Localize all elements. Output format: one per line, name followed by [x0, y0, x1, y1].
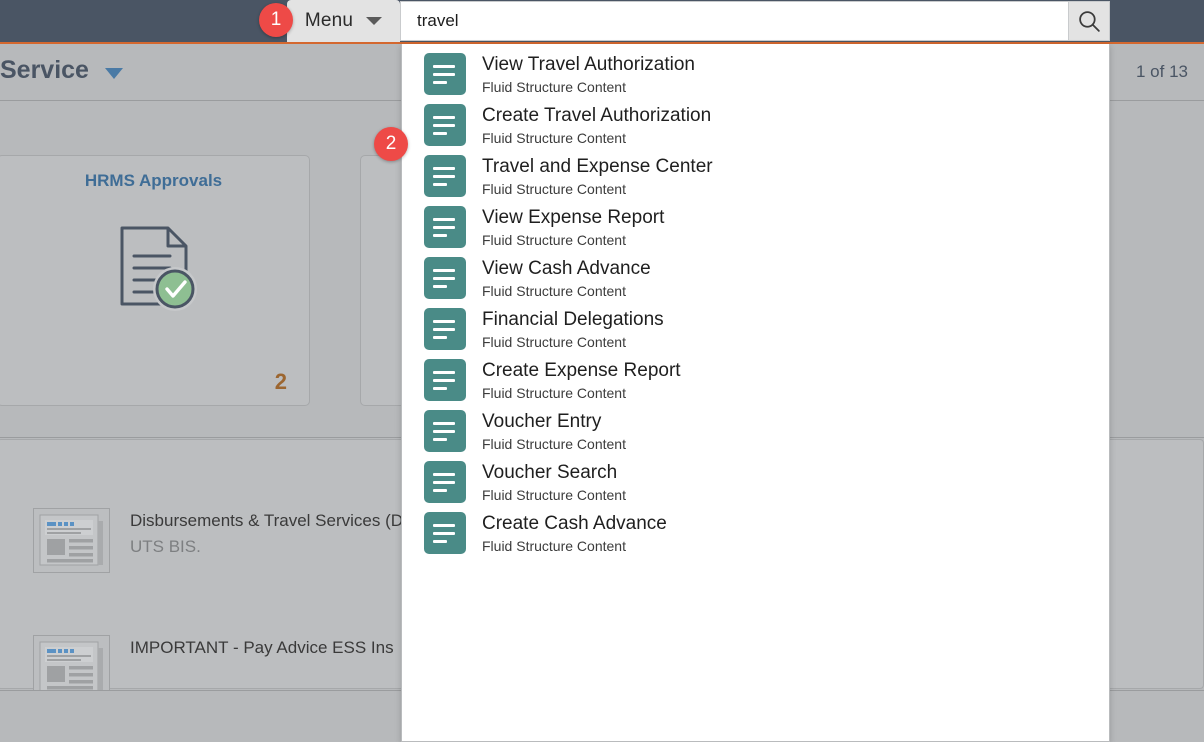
search-result-title: Create Travel Authorization	[482, 104, 711, 128]
search-result-item[interactable]: View Travel AuthorizationFluid Structure…	[402, 44, 1109, 95]
search-result-item[interactable]: Travel and Expense CenterFluid Structure…	[402, 146, 1109, 197]
search-result-item[interactable]: Voucher SearchFluid Structure Content	[402, 452, 1109, 503]
chevron-down-icon[interactable]	[105, 68, 123, 79]
search-icon	[1077, 9, 1102, 34]
search-result-subtitle: Fluid Structure Content	[482, 383, 681, 403]
search-result-title: Travel and Expense Center	[482, 155, 713, 179]
menu-button[interactable]: Menu	[287, 0, 400, 42]
app-root: Menu travel Service 1 of 13 HRMS Approva…	[0, 0, 1204, 742]
search-result-title: View Travel Authorization	[482, 53, 695, 77]
fluid-content-icon	[424, 308, 466, 350]
search-button[interactable]	[1068, 1, 1110, 41]
search-result-item[interactable]: View Expense ReportFluid Structure Conte…	[402, 197, 1109, 248]
fluid-content-icon	[424, 410, 466, 452]
search-result-title: View Expense Report	[482, 206, 664, 230]
search-result-item[interactable]: Create Cash AdvanceFluid Structure Conte…	[402, 503, 1109, 554]
document-check-icon	[0, 216, 309, 320]
fluid-content-icon	[424, 257, 466, 299]
announcement-line2: UTS BIS.	[130, 534, 403, 560]
search-result-subtitle: Fluid Structure Content	[482, 281, 651, 301]
fluid-content-icon	[424, 461, 466, 503]
fluid-content-icon	[424, 104, 466, 146]
search-result-item[interactable]: Voucher EntryFluid Structure Content	[402, 401, 1109, 452]
fluid-content-icon	[424, 155, 466, 197]
announcement-line1: IMPORTANT - Pay Advice ESS Ins	[130, 635, 394, 661]
search-result-title: View Cash Advance	[482, 257, 651, 281]
search-result-subtitle: Fluid Structure Content	[482, 128, 711, 148]
tile-title: HRMS Approvals	[0, 171, 309, 191]
menu-button-label: Menu	[305, 10, 353, 32]
step-badge-2: 2	[374, 127, 408, 161]
search-result-title: Create Expense Report	[482, 359, 681, 383]
search-result-title: Voucher Search	[482, 461, 626, 485]
search-result-title: Financial Delegations	[482, 308, 664, 332]
search-result-subtitle: Fluid Structure Content	[482, 485, 626, 505]
pager-indicator: 1 of 13	[1136, 62, 1188, 82]
step-badge-1: 1	[259, 3, 293, 37]
fluid-content-icon	[424, 512, 466, 554]
search-result-subtitle: Fluid Structure Content	[482, 434, 626, 454]
search-results-dropdown: View Travel AuthorizationFluid Structure…	[401, 44, 1110, 742]
tile-count: 2	[275, 369, 287, 395]
fluid-content-icon	[424, 53, 466, 95]
search-result-subtitle: Fluid Structure Content	[482, 77, 695, 97]
newspaper-icon	[33, 508, 110, 573]
search-result-item[interactable]: View Cash AdvanceFluid Structure Content	[402, 248, 1109, 299]
search-result-item[interactable]: Financial DelegationsFluid Structure Con…	[402, 299, 1109, 350]
search-results-list: View Travel AuthorizationFluid Structure…	[402, 44, 1109, 554]
search-result-subtitle: Fluid Structure Content	[482, 179, 713, 199]
tile-hrms-approvals[interactable]: HRMS Approvals 2	[0, 155, 310, 406]
announcement-line1: Disbursements & Travel Services (D	[130, 508, 403, 534]
announcement-item[interactable]: Disbursements & Travel Services (D UTS B…	[33, 508, 403, 573]
chevron-down-icon	[366, 17, 382, 25]
search-result-title: Voucher Entry	[482, 410, 626, 434]
search-result-title: Create Cash Advance	[482, 512, 667, 536]
page-title: Service	[0, 56, 89, 85]
fluid-content-icon	[424, 206, 466, 248]
search-result-subtitle: Fluid Structure Content	[482, 536, 667, 556]
fluid-content-icon	[424, 359, 466, 401]
search-input[interactable]: travel	[400, 1, 1068, 41]
search-result-item[interactable]: Create Expense ReportFluid Structure Con…	[402, 350, 1109, 401]
search-result-item[interactable]: Create Travel AuthorizationFluid Structu…	[402, 95, 1109, 146]
search-result-subtitle: Fluid Structure Content	[482, 332, 664, 352]
search-result-subtitle: Fluid Structure Content	[482, 230, 664, 250]
